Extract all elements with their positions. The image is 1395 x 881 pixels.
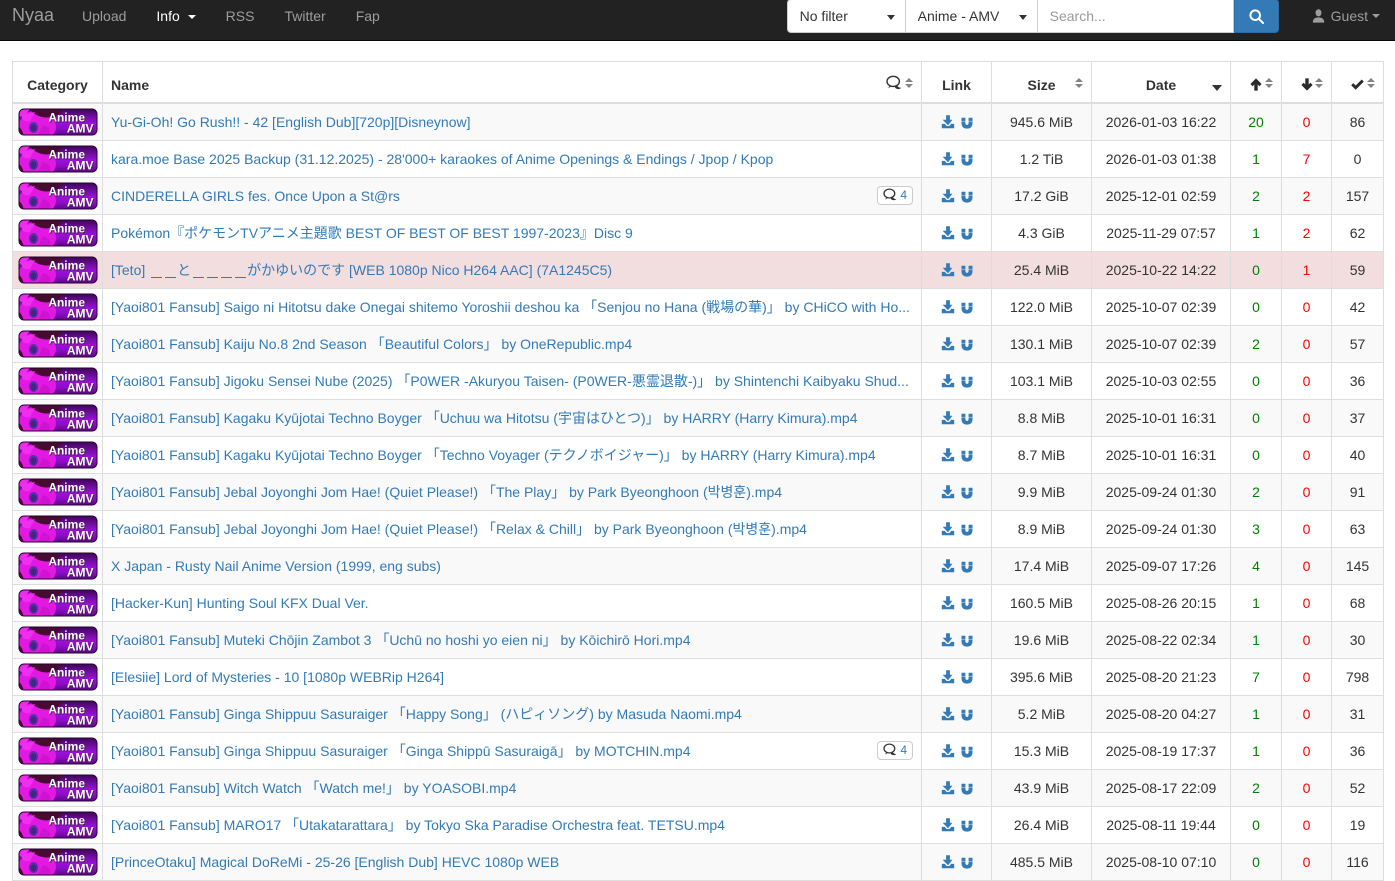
svg-text:AMV: AMV	[66, 122, 93, 136]
svg-text:AMV: AMV	[66, 270, 93, 284]
svg-text:AMV: AMV	[66, 159, 93, 173]
svg-text:AMV: AMV	[66, 751, 93, 765]
svg-text:AMV: AMV	[66, 529, 93, 543]
svg-text:AMV: AMV	[66, 418, 93, 432]
svg-text:AMV: AMV	[66, 307, 93, 321]
svg-text:AMV: AMV	[66, 788, 93, 802]
svg-text:AMV: AMV	[66, 196, 93, 210]
svg-text:AMV: AMV	[66, 714, 93, 728]
svg-text:AMV: AMV	[66, 455, 93, 469]
svg-text:AMV: AMV	[66, 492, 93, 506]
svg-text:AMV: AMV	[66, 825, 93, 839]
svg-text:AMV: AMV	[66, 381, 93, 395]
svg-text:AMV: AMV	[66, 233, 93, 247]
svg-text:AMV: AMV	[66, 344, 93, 358]
svg-text:AMV: AMV	[66, 566, 93, 580]
svg-text:AMV: AMV	[66, 603, 93, 617]
svg-text:AMV: AMV	[66, 862, 93, 876]
svg-text:AMV: AMV	[66, 677, 93, 691]
svg-text:AMV: AMV	[66, 640, 93, 654]
